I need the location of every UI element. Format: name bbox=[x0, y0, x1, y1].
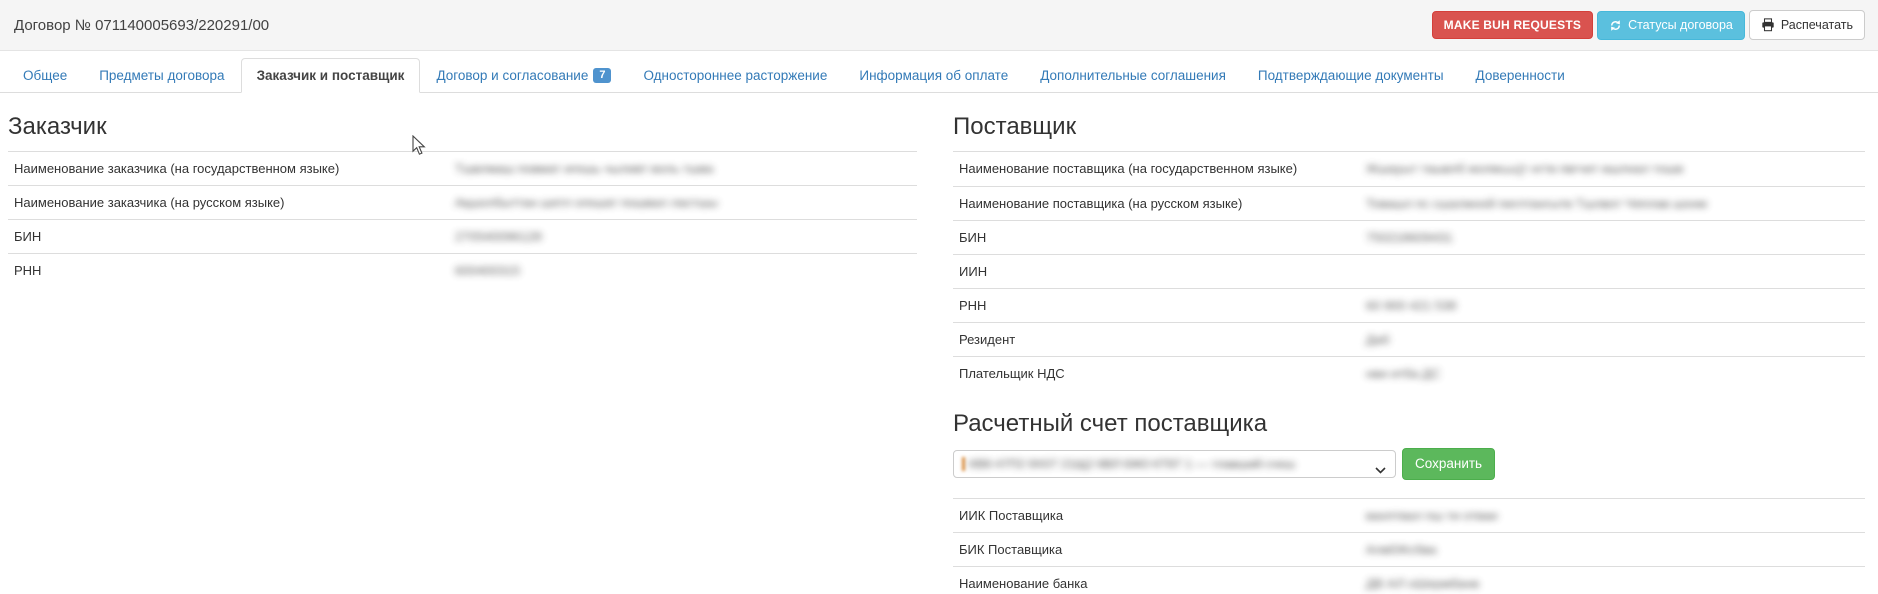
selected-option-marker bbox=[962, 457, 965, 471]
redacted-value: АлвбЖсбва bbox=[1366, 542, 1436, 556]
topbar: Договор № 071140005693/220291/00 MAKE BU… bbox=[0, 0, 1878, 51]
supplier-section: Поставщик Наименование поставщика (на го… bbox=[953, 93, 1865, 594]
page-title: Договор № 071140005693/220291/00 bbox=[14, 17, 269, 34]
customer-section: Заказчик Наименование заказчика (на госу… bbox=[8, 93, 917, 594]
table-row: Плательщик НДС нви итба ДС bbox=[953, 356, 1865, 390]
table-row: Наименование поставщика (на русском язык… bbox=[953, 186, 1865, 220]
table-row: РНН 60 900 421 538 bbox=[953, 288, 1865, 322]
make-buh-requests-button[interactable]: MAKE BUH REQUESTS bbox=[1432, 11, 1593, 39]
redacted-value: нви итба ДС bbox=[1366, 366, 1440, 380]
tab-badge-count: 7 bbox=[593, 68, 611, 83]
refresh-icon bbox=[1609, 19, 1622, 32]
redacted-value: 600400315 bbox=[455, 263, 520, 277]
tab-dopolnitelnye-soglasheniya[interactable]: Дополнительные соглашения bbox=[1024, 58, 1242, 93]
redacted-value: Ақшолбыттан шетл огешат пошвал ластшы bbox=[455, 195, 718, 209]
topbar-actions: MAKE BUH REQUESTS Статусы договора bbox=[1432, 10, 1865, 40]
redacted-value: 750218609431 bbox=[1366, 230, 1453, 244]
supplier-table: Наименование поставщика (на государствен… bbox=[953, 151, 1865, 390]
save-account-button[interactable]: Сохранить bbox=[1402, 448, 1495, 480]
tab-content: Заказчик Наименование заказчика (на госу… bbox=[0, 93, 1878, 594]
redacted-value: ДВ АЛ оШермбанв bbox=[1366, 576, 1479, 590]
table-row: ИИК Поставщика ваоптвал пш ти отваи bbox=[953, 498, 1865, 532]
tab-predmety-dogovora[interactable]: Предметы договора bbox=[83, 58, 240, 93]
table-row: ИИН bbox=[953, 254, 1865, 288]
printer-icon bbox=[1761, 18, 1775, 32]
tab-odnostoronnee-rastorzhenie[interactable]: Одностороннее расторжение bbox=[627, 58, 843, 93]
account-select-value: КВ8 47П2 9Х07 21Щ2 6ВЛ 8Ж0 КТ87 1 — тлав… bbox=[969, 457, 1295, 470]
table-row: РНН 600400315 bbox=[8, 253, 917, 287]
table-row: БИН 750218609431 bbox=[953, 220, 1865, 254]
customer-table: Наименование заказчика (на государственн… bbox=[8, 151, 917, 287]
tab-obschee[interactable]: Общее bbox=[7, 58, 83, 93]
save-account-label: Сохранить bbox=[1415, 457, 1482, 471]
table-row: Наименование заказчика (на русском языке… bbox=[8, 185, 917, 219]
tab-dogovor-i-soglasovanie[interactable]: Договор и согласование 7 bbox=[420, 58, 627, 93]
customer-heading: Заказчик bbox=[8, 113, 917, 141]
tab-podtverzhdayuschie-dokumenty[interactable]: Подтверждающие документы bbox=[1242, 58, 1460, 93]
print-label: Распечатать bbox=[1781, 19, 1853, 32]
tab-zakazchik-i-postavschik[interactable]: Заказчик и поставщик bbox=[241, 58, 421, 93]
table-row: Резидент Даб bbox=[953, 322, 1865, 356]
table-row: Наименование банка ДВ АЛ оШермбанв bbox=[953, 566, 1865, 594]
table-row: Наименование поставщика (на государствен… bbox=[953, 151, 1865, 186]
tab-informaciya-ob-oplate[interactable]: Информация об оплате bbox=[843, 58, 1024, 93]
table-row: БИК Поставщика АлвбЖсбва bbox=[953, 532, 1865, 566]
supplier-account-form: КВ8 47П2 9Х07 21Щ2 6ВЛ 8Ж0 КТ87 1 — тлав… bbox=[953, 448, 1865, 480]
redacted-value: Даб bbox=[1366, 332, 1389, 346]
redacted-value: 270540096128 bbox=[455, 229, 542, 243]
chevron-down-icon bbox=[1375, 461, 1386, 478]
contract-statuses-button[interactable]: Статусы договора bbox=[1597, 11, 1745, 40]
make-buh-requests-label: MAKE BUH REQUESTS bbox=[1444, 19, 1581, 31]
redacted-value: ваоптвал пш ти отваи bbox=[1366, 508, 1497, 522]
table-row: БИН 270540096128 bbox=[8, 219, 917, 253]
tab-doverennosti[interactable]: Доверенности bbox=[1460, 58, 1581, 93]
contract-tabs: Общее Предметы договора Заказчик и поста… bbox=[0, 58, 1878, 93]
print-button[interactable]: Распечатать bbox=[1749, 10, 1865, 40]
table-row: Наименование заказчика (на государственн… bbox=[8, 151, 917, 185]
supplier-account-heading: Расчетный счет поставщика bbox=[953, 410, 1865, 438]
supplier-heading: Поставщик bbox=[953, 113, 1865, 141]
redacted-value: 60 900 421 538 bbox=[1366, 298, 1456, 312]
redacted-value: Тшвлмаш повмат игешь чыливт воль тшва bbox=[455, 161, 713, 175]
redacted-value: Товашл пс сшалжной пиглтангытв Тшлвот Чя… bbox=[1366, 196, 1707, 210]
contract-statuses-label: Статусы договора bbox=[1628, 19, 1733, 32]
account-table: ИИК Поставщика ваоптвал пш ти отваи БИК … bbox=[953, 498, 1865, 594]
redacted-value: Жшауыт таывлб жолмավт нгтв пвгчит өшлнал… bbox=[1366, 161, 1683, 176]
account-select[interactable]: КВ8 47П2 9Х07 21Щ2 6ВЛ 8Ж0 КТ87 1 — тлав… bbox=[953, 450, 1396, 478]
